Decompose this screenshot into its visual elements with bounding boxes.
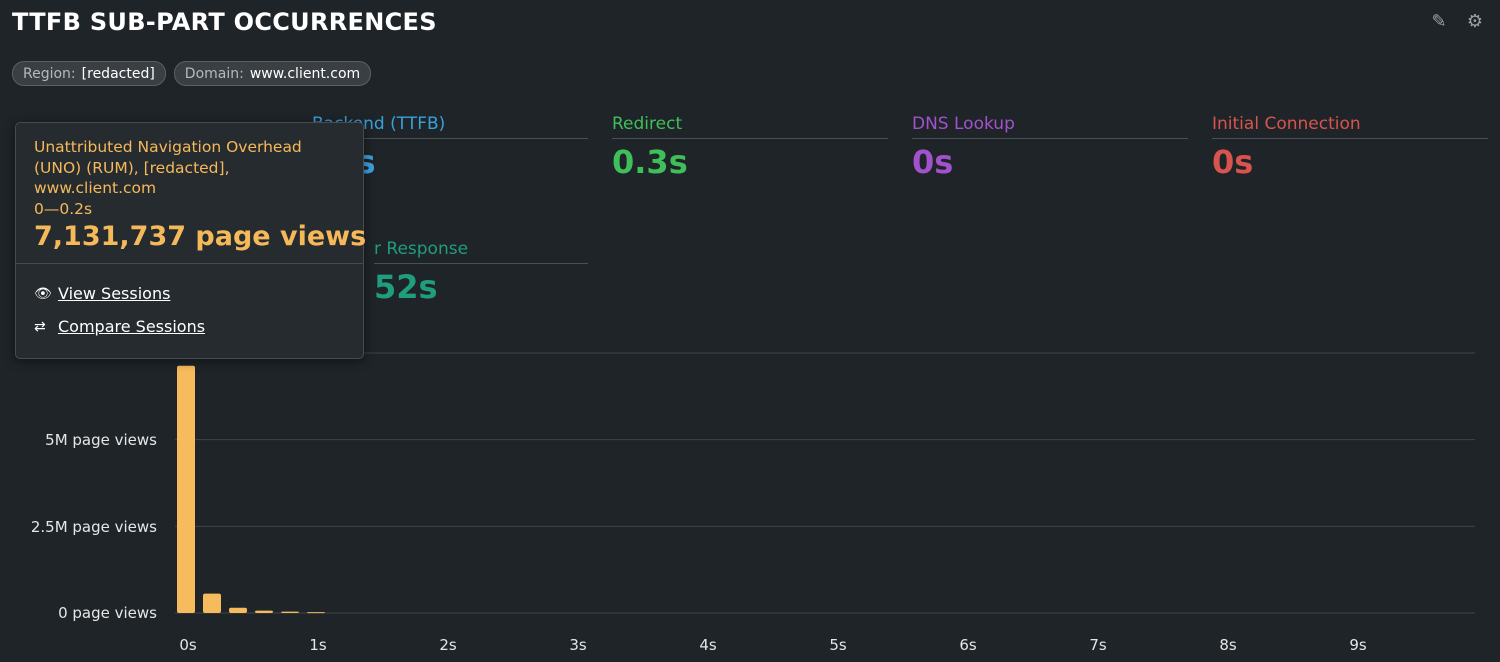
compare-sessions-link[interactable]: ⇄ Compare Sessions — [34, 317, 205, 336]
y-tick-label: 5M page views — [45, 431, 157, 449]
histogram-bar[interactable] — [307, 612, 325, 614]
histogram-bar[interactable] — [177, 365, 195, 613]
tooltip-heading: Unattributed Navigation Overhead (UNO) (… — [34, 138, 302, 197]
x-tick-label: 4s — [699, 636, 717, 654]
y-tick-label: 2.5M page views — [30, 518, 157, 536]
swap-arrows-icon: ⇄ — [34, 318, 46, 335]
tooltip-count: 7,131,737 page views — [34, 221, 367, 252]
x-tick-label: 8s — [1219, 636, 1237, 654]
x-tick-label: 3s — [569, 636, 587, 654]
view-sessions-link[interactable]: 👁 View Sessions — [34, 284, 170, 303]
x-tick-label: 6s — [959, 636, 977, 654]
histogram-bar[interactable] — [255, 610, 273, 613]
histogram-bar[interactable] — [281, 611, 299, 613]
x-tick-label: 7s — [1089, 636, 1107, 654]
bar-tooltip: Unattributed Navigation Overhead (UNO) (… — [15, 122, 367, 359]
eye-icon: 👁 — [34, 285, 52, 302]
x-tick-label: 2s — [439, 636, 457, 654]
x-tick-label: 1s — [309, 636, 327, 654]
y-tick-label: 0 page views — [58, 604, 157, 622]
x-tick-label: 0s — [179, 636, 197, 654]
x-tick-label: 9s — [1349, 636, 1367, 654]
tooltip-range: 0—0.2s — [34, 199, 93, 218]
histogram-bar[interactable] — [229, 607, 247, 613]
x-tick-label: 5s — [829, 636, 847, 654]
histogram-bar[interactable] — [203, 593, 221, 613]
